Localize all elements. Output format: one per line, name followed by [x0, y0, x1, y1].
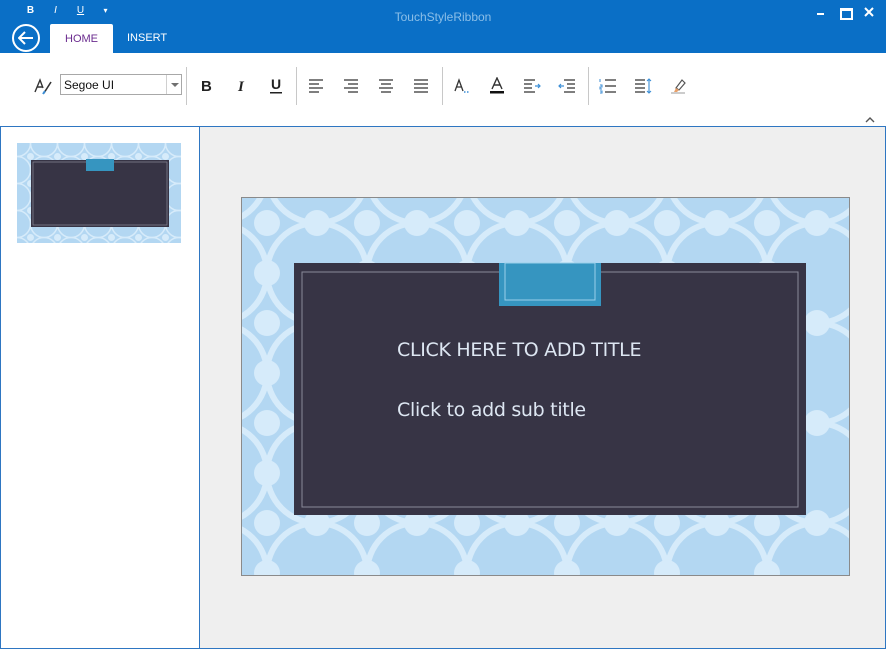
align-right-icon[interactable] — [338, 73, 364, 99]
slide-subtitle-placeholder[interactable]: Click to add sub title — [397, 399, 586, 421]
slide-thumbnail[interactable] — [17, 143, 181, 243]
numbered-list-icon[interactable] — [595, 73, 621, 99]
line-spacing-icon[interactable] — [630, 73, 656, 99]
font-name-combo[interactable]: Segoe UI — [60, 74, 182, 95]
close-icon — [864, 7, 874, 17]
title-bar: B I U ▾ TouchStyleRibbon HOME INSERT — [0, 0, 886, 53]
maximize-button[interactable] — [836, 4, 854, 20]
tab-insert[interactable]: INSERT — [113, 24, 181, 53]
decrease-indent-icon[interactable] — [554, 73, 580, 99]
ribbon-tabs: HOME INSERT — [50, 24, 181, 53]
svg-text:B: B — [201, 78, 212, 94]
tab-home[interactable]: HOME — [50, 24, 113, 53]
window-title: TouchStyleRibbon — [394, 10, 492, 24]
ribbon-separator — [588, 67, 589, 105]
ribbon-separator — [186, 67, 187, 105]
back-button[interactable] — [12, 24, 40, 52]
window-controls — [812, 4, 878, 20]
clear-format-icon[interactable] — [665, 73, 691, 99]
increase-indent-icon[interactable] — [519, 73, 545, 99]
text-highlight-icon[interactable] — [449, 73, 475, 99]
align-center-icon[interactable] — [373, 73, 399, 99]
font-color-icon[interactable] — [484, 73, 510, 99]
chevron-up-icon — [865, 117, 875, 123]
collapse-ribbon-button[interactable] — [864, 112, 876, 123]
slide-title-placeholder[interactable]: CLICK HERE TO ADD TITLE — [397, 339, 641, 361]
underline-icon[interactable]: U — [263, 73, 289, 99]
slide-canvas: CLICK HERE TO ADD TITLE Click to add sub… — [200, 127, 886, 649]
svg-text:U: U — [271, 77, 281, 92]
format-painter-icon[interactable] — [30, 73, 56, 99]
svg-text:I: I — [237, 79, 245, 94]
close-button[interactable] — [860, 4, 878, 20]
slide-thumbnails-panel — [0, 127, 200, 649]
justify-icon[interactable] — [408, 73, 434, 99]
minimize-button[interactable] — [812, 4, 830, 20]
font-name-value: Segoe UI — [64, 78, 115, 92]
slide[interactable] — [241, 197, 850, 576]
ribbon-separator — [442, 67, 443, 105]
bold-icon[interactable]: B — [193, 73, 219, 99]
slide-background — [242, 198, 849, 575]
back-arrow-icon — [18, 31, 33, 45]
ribbon-separator — [296, 67, 297, 105]
italic-icon[interactable]: I — [228, 73, 254, 99]
ribbon: Segoe UI B I U — [0, 53, 886, 127]
align-left-icon[interactable] — [303, 73, 329, 99]
chevron-down-icon[interactable] — [166, 75, 181, 94]
